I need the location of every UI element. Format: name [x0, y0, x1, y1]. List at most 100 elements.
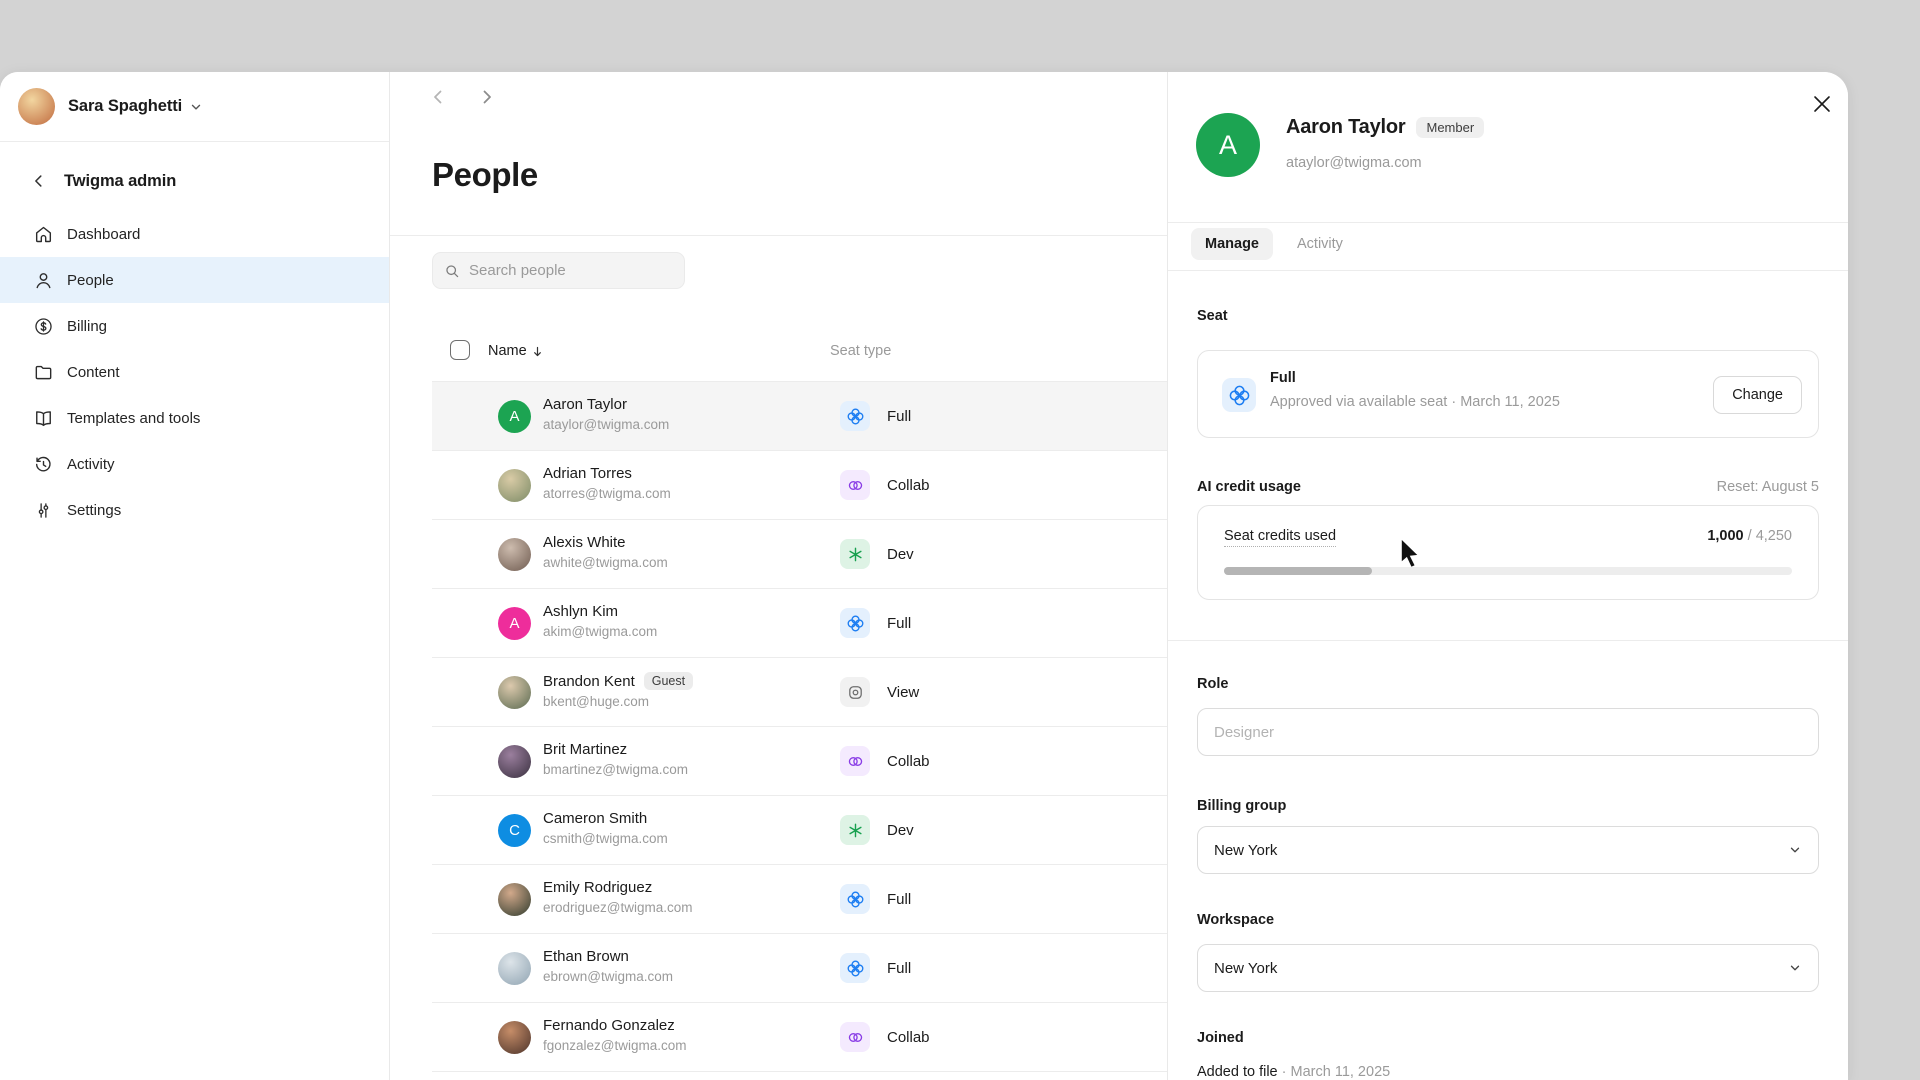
- joined-info: Added to file · March 11, 2025: [1197, 1064, 1390, 1080]
- seat-type-label: Full: [887, 615, 911, 632]
- person-email: akim@twigma.com: [543, 624, 657, 639]
- history-back-button[interactable]: [428, 87, 448, 107]
- sort-descending-icon: [531, 345, 544, 358]
- workspace-select[interactable]: New York: [1197, 944, 1819, 992]
- table-row[interactable]: Brit Martinez bmartinez@twigma.com Colla…: [432, 727, 1167, 796]
- dev-seat-icon: [840, 539, 870, 569]
- person-name: Brandon Kent: [543, 673, 635, 690]
- seat-type-label: Full: [887, 891, 911, 908]
- chevron-down-icon: [1788, 843, 1802, 857]
- history-icon: [33, 454, 54, 475]
- table-row[interactable]: C Cameron Smith csmith@twigma.com Dev: [432, 796, 1167, 865]
- sidebar-item-settings[interactable]: Settings: [0, 487, 389, 533]
- person-name: Emily Rodriguez: [543, 879, 652, 896]
- avatar: A: [498, 400, 531, 433]
- person-name: Brit Martinez: [543, 741, 627, 758]
- sidebar-item-templates-and-tools[interactable]: Templates and tools: [0, 395, 389, 441]
- table-row[interactable]: Adrian Torres atorres@twigma.com Collab: [432, 451, 1167, 520]
- sliders-icon: [33, 500, 54, 521]
- sidebar-back-link[interactable]: Twigma admin: [0, 166, 389, 196]
- sidebar-item-people[interactable]: People: [0, 257, 389, 303]
- avatar: [498, 1021, 531, 1054]
- select-all-checkbox[interactable]: [450, 340, 470, 360]
- full-seat-icon: [840, 608, 870, 638]
- table-row[interactable]: A Aaron Taylor ataylor@twigma.com Full: [432, 382, 1167, 451]
- table-row[interactable]: Emily Rodriguez erodriguez@twigma.com Fu…: [432, 865, 1167, 934]
- admin-title: Twigma admin: [64, 172, 176, 191]
- seat-approval-info: Approved via available seat · March 11, …: [1270, 394, 1560, 410]
- folder-icon: [33, 362, 54, 383]
- seat-type-label: Dev: [887, 822, 914, 839]
- book-icon: [33, 408, 54, 429]
- avatar: [498, 952, 531, 985]
- person-name: Fernando Gonzalez: [543, 1017, 675, 1034]
- person-email: fgonzalez@twigma.com: [543, 1038, 687, 1053]
- billing-group-select[interactable]: New York: [1197, 826, 1819, 874]
- seat-type-label: View: [887, 684, 919, 701]
- ai-credit-heading: AI credit usage: [1197, 479, 1301, 495]
- account-menu[interactable]: Sara Spaghetti: [0, 72, 389, 142]
- seat-card: Full Approved via available seat · March…: [1197, 350, 1819, 438]
- person-email: atorres@twigma.com: [543, 486, 671, 501]
- seat-type-label: Full: [887, 408, 911, 425]
- sidebar-item-activity[interactable]: Activity: [0, 441, 389, 487]
- admin-window: Sara Spaghetti Twigma admin Dashboard Pe…: [0, 72, 1848, 1080]
- page-title: People: [432, 156, 538, 194]
- role-input[interactable]: [1197, 708, 1819, 756]
- table-row[interactable]: Ethan Brown ebrown@twigma.com Full: [432, 934, 1167, 1003]
- people-table: A Aaron Taylor ataylor@twigma.com Full A…: [432, 381, 1167, 1072]
- avatar: C: [498, 814, 531, 847]
- sidebar: Sara Spaghetti Twigma admin Dashboard Pe…: [0, 72, 390, 1080]
- sidebar-item-content[interactable]: Content: [0, 349, 389, 395]
- sidebar-item-billing[interactable]: Billing: [0, 303, 389, 349]
- sidebar-item-dashboard[interactable]: Dashboard: [0, 211, 389, 257]
- avatar: [498, 883, 531, 916]
- credit-progress-fill: [1224, 567, 1372, 575]
- collab-seat-icon: [840, 746, 870, 776]
- member-avatar: A: [1196, 113, 1260, 177]
- person-name: Adrian Torres: [543, 465, 632, 482]
- sidebar-nav: Dashboard People Billing Content Templat…: [0, 211, 389, 533]
- seat-type-label: Full: [887, 960, 911, 977]
- view-seat-icon: [840, 677, 870, 707]
- table-row[interactable]: Fernando Gonzalez fgonzalez@twigma.com C…: [432, 1003, 1167, 1072]
- full-seat-icon: [840, 401, 870, 431]
- person-email: erodriguez@twigma.com: [543, 900, 693, 915]
- seat-type-label: Dev: [887, 546, 914, 563]
- table-row[interactable]: A Ashlyn Kim akim@twigma.com Full: [432, 589, 1167, 658]
- seat-type-value: Full: [1270, 370, 1296, 386]
- person-email: ebrown@twigma.com: [543, 969, 673, 984]
- tab-manage[interactable]: Manage: [1191, 228, 1273, 260]
- ai-credit-card: Seat credits used 1,000 / 4,250: [1197, 505, 1819, 600]
- change-seat-button[interactable]: Change: [1713, 376, 1802, 414]
- people-page: People Search people Name Seat type A Aa…: [390, 72, 1167, 1080]
- search-input[interactable]: Search people: [432, 252, 685, 289]
- member-name: Aaron Taylor: [1286, 116, 1405, 139]
- close-icon[interactable]: [1810, 92, 1834, 116]
- avatar: [498, 538, 531, 571]
- person-name: Aaron Taylor: [543, 396, 627, 413]
- dev-seat-icon: [840, 815, 870, 845]
- person-email: bmartinez@twigma.com: [543, 762, 688, 777]
- member-role-badge: Member: [1416, 117, 1484, 138]
- member-detail-panel: A Aaron Taylor Member ataylor@twigma.com…: [1167, 72, 1848, 1080]
- joined-label: Joined: [1197, 1030, 1244, 1046]
- seat-credits-used-label[interactable]: Seat credits used: [1224, 528, 1336, 547]
- guest-badge: Guest: [644, 672, 693, 690]
- person-email: bkent@huge.com: [543, 694, 693, 709]
- dollar-circle-icon: [33, 316, 54, 337]
- collab-seat-icon: [840, 470, 870, 500]
- column-header-name[interactable]: Name: [488, 343, 544, 359]
- table-row[interactable]: Alexis White awhite@twigma.com Dev: [432, 520, 1167, 589]
- column-header-seat-type: Seat type: [830, 343, 891, 359]
- credit-reset-date: Reset: August 5: [1717, 479, 1819, 495]
- history-forward-button[interactable]: [477, 87, 497, 107]
- workspace-label: Workspace: [1197, 912, 1274, 928]
- divider: [1168, 640, 1848, 641]
- person-name: Alexis White: [543, 534, 626, 551]
- tab-activity[interactable]: Activity: [1283, 228, 1357, 260]
- full-seat-icon: [840, 884, 870, 914]
- person-name: Ethan Brown: [543, 948, 629, 965]
- table-row[interactable]: Brandon Kent Guest bkent@huge.com View: [432, 658, 1167, 727]
- divider: [1168, 222, 1848, 223]
